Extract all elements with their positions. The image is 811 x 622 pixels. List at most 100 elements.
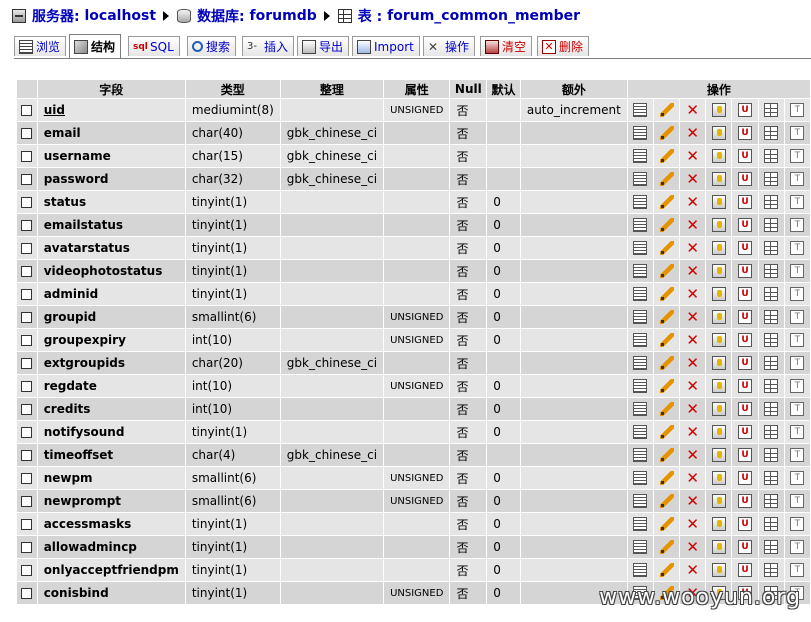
primary-key-icon[interactable] [711, 172, 726, 187]
edit-icon[interactable] [659, 310, 674, 325]
breadcrumb-table[interactable]: 表 : forum_common_member [337, 6, 580, 26]
row-checkbox[interactable] [21, 565, 33, 576]
unique-icon[interactable] [738, 287, 753, 302]
unique-icon[interactable] [738, 517, 753, 532]
drop-column-icon[interactable]: ✕ [686, 333, 700, 348]
row-checkbox[interactable] [21, 473, 33, 484]
primary-key-icon[interactable] [711, 448, 726, 463]
row-checkbox[interactable] [21, 519, 33, 530]
tab-sql[interactable]: sql SQL [128, 36, 180, 56]
browse-distinct-icon[interactable] [633, 264, 648, 279]
drop-column-icon[interactable]: ✕ [686, 402, 700, 417]
index-icon[interactable] [764, 517, 779, 532]
browse-distinct-icon[interactable] [633, 540, 648, 555]
index-icon[interactable] [764, 218, 779, 233]
browse-distinct-icon[interactable] [633, 126, 648, 141]
primary-key-icon[interactable] [711, 356, 726, 371]
index-icon[interactable] [764, 471, 779, 486]
row-checkbox[interactable] [21, 542, 33, 553]
browse-distinct-icon[interactable] [633, 471, 648, 486]
edit-icon[interactable] [659, 218, 674, 233]
index-icon[interactable] [764, 425, 779, 440]
row-checkbox[interactable] [21, 289, 33, 300]
drop-column-icon[interactable]: ✕ [686, 379, 700, 394]
edit-icon[interactable] [659, 448, 674, 463]
edit-icon[interactable] [659, 149, 674, 164]
fulltext-icon[interactable] [790, 356, 805, 371]
browse-distinct-icon[interactable] [633, 448, 648, 463]
index-icon[interactable] [764, 333, 779, 348]
tab-insert[interactable]: 3- 插入 [242, 36, 295, 56]
fulltext-icon[interactable] [790, 448, 805, 463]
primary-key-icon[interactable] [711, 563, 726, 578]
unique-icon[interactable] [738, 126, 753, 141]
browse-distinct-icon[interactable] [633, 310, 648, 325]
browse-distinct-icon[interactable] [633, 333, 648, 348]
primary-key-icon[interactable] [711, 264, 726, 279]
tab-import[interactable]: Import [352, 36, 420, 56]
breadcrumb-table-value[interactable]: forum_common_member [387, 8, 580, 24]
breadcrumb-database-value[interactable]: forumdb [250, 8, 317, 24]
drop-column-icon[interactable]: ✕ [686, 126, 700, 141]
fulltext-icon[interactable] [790, 241, 805, 256]
index-icon[interactable] [764, 448, 779, 463]
unique-icon[interactable] [738, 241, 753, 256]
primary-key-icon[interactable] [711, 287, 726, 302]
index-icon[interactable] [764, 195, 779, 210]
row-checkbox[interactable] [21, 404, 33, 415]
browse-distinct-icon[interactable] [633, 149, 648, 164]
unique-icon[interactable] [738, 540, 753, 555]
drop-column-icon[interactable]: ✕ [686, 425, 700, 440]
tab-export[interactable]: 导出 [297, 36, 350, 56]
index-icon[interactable] [764, 379, 779, 394]
primary-key-icon[interactable] [711, 241, 726, 256]
primary-key-icon[interactable] [711, 310, 726, 325]
edit-icon[interactable] [659, 402, 674, 417]
unique-icon[interactable] [738, 103, 753, 118]
unique-icon[interactable] [738, 471, 753, 486]
unique-icon[interactable] [738, 448, 753, 463]
index-icon[interactable] [764, 264, 779, 279]
primary-key-icon[interactable] [711, 195, 726, 210]
fulltext-icon[interactable] [790, 264, 805, 279]
primary-key-icon[interactable] [711, 218, 726, 233]
fulltext-icon[interactable] [790, 310, 805, 325]
fulltext-icon[interactable] [790, 425, 805, 440]
row-checkbox[interactable] [21, 381, 33, 392]
tab-search[interactable]: 搜索 [187, 36, 237, 56]
primary-key-icon[interactable] [711, 494, 726, 509]
unique-icon[interactable] [738, 218, 753, 233]
edit-icon[interactable] [659, 287, 674, 302]
index-icon[interactable] [764, 540, 779, 555]
index-icon[interactable] [764, 287, 779, 302]
index-icon[interactable] [764, 172, 779, 187]
row-checkbox[interactable] [21, 128, 33, 139]
unique-icon[interactable] [738, 264, 753, 279]
fulltext-icon[interactable] [790, 172, 805, 187]
drop-column-icon[interactable]: ✕ [686, 172, 700, 187]
drop-column-icon[interactable]: ✕ [686, 471, 700, 486]
primary-key-icon[interactable] [711, 379, 726, 394]
primary-key-icon[interactable] [711, 402, 726, 417]
fulltext-icon[interactable] [790, 563, 805, 578]
drop-column-icon[interactable]: ✕ [686, 448, 700, 463]
index-icon[interactable] [764, 494, 779, 509]
tab-browse[interactable]: 浏览 [14, 36, 67, 56]
tab-operations[interactable]: ✕ 操作 [423, 36, 476, 56]
edit-icon[interactable] [659, 563, 674, 578]
browse-distinct-icon[interactable] [633, 379, 648, 394]
primary-key-icon[interactable] [711, 103, 726, 118]
tab-drop[interactable]: ✕ 删除 [537, 36, 590, 56]
browse-distinct-icon[interactable] [633, 494, 648, 509]
primary-key-icon[interactable] [711, 149, 726, 164]
index-icon[interactable] [764, 356, 779, 371]
browse-distinct-icon[interactable] [633, 356, 648, 371]
drop-column-icon[interactable]: ✕ [686, 195, 700, 210]
fulltext-icon[interactable] [790, 517, 805, 532]
breadcrumb-server-value[interactable]: localhost [84, 8, 156, 24]
drop-column-icon[interactable]: ✕ [686, 264, 700, 279]
drop-column-icon[interactable]: ✕ [686, 241, 700, 256]
index-icon[interactable] [764, 402, 779, 417]
fulltext-icon[interactable] [790, 103, 805, 118]
fulltext-icon[interactable] [790, 195, 805, 210]
